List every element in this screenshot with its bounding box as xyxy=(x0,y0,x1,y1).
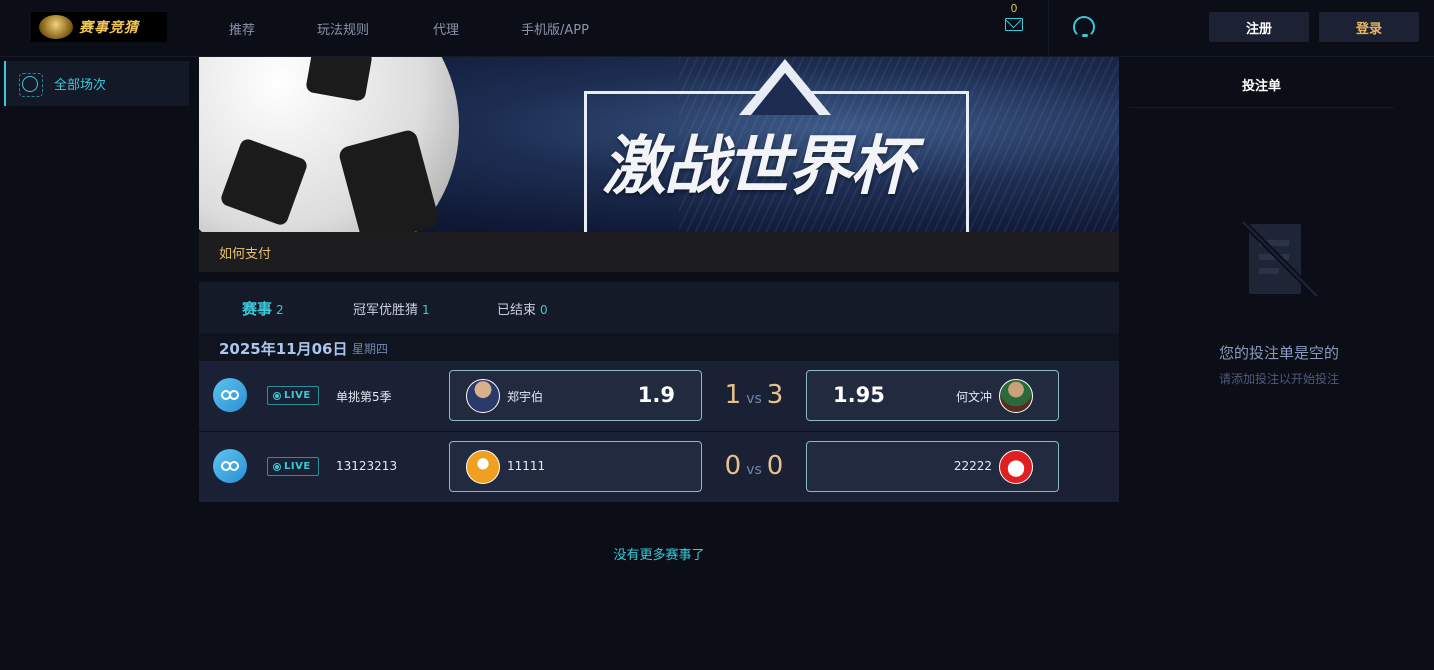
tab-matches[interactable]: 赛事 2 xyxy=(242,298,284,319)
tab-champion[interactable]: 冠军优胜猜 1 xyxy=(353,299,430,318)
match-score: 1 vs 3 xyxy=(702,380,806,410)
live-badge: LIVE xyxy=(267,457,319,476)
login-button[interactable]: 登录 xyxy=(1319,12,1419,42)
away-bet-button[interactable]: 22222 xyxy=(806,441,1059,492)
league-name: 单挑第5季 xyxy=(336,390,392,404)
avatar xyxy=(466,450,500,484)
tab-count: 2 xyxy=(276,303,284,317)
mail-icon xyxy=(1005,18,1023,31)
match-tabs: 赛事 2 冠军优胜猜 1 已结束 0 xyxy=(199,282,1119,333)
away-odds: 1.95 xyxy=(833,383,885,407)
promo-banner[interactable]: 激战世界杯 xyxy=(199,57,1119,232)
sport-logo-icon xyxy=(213,378,247,412)
no-more-matches-text: 没有更多赛事了 xyxy=(613,548,705,563)
match-score: 0 vs 0 xyxy=(702,451,806,481)
mail-button[interactable]: 0 xyxy=(1003,2,1025,31)
logo-text: 赛事竞猜 xyxy=(79,20,139,36)
nav-item-mobile-app[interactable]: 手机版/APP xyxy=(521,19,589,38)
live-dot-icon xyxy=(273,462,281,471)
target-icon xyxy=(19,72,43,97)
home-bet-button[interactable]: 11111 xyxy=(449,441,702,492)
away-team-name: 22222 xyxy=(953,459,992,473)
away-bet-button[interactable]: 1.95 何文冲 xyxy=(806,370,1059,421)
tab-count: 0 xyxy=(540,303,548,317)
home-score: 0 xyxy=(724,451,742,481)
away-score: 0 xyxy=(766,451,784,481)
logo-emblem-icon xyxy=(39,15,73,39)
customer-service-icon[interactable] xyxy=(1073,16,1095,38)
home-bet-button[interactable]: 郑宇伯 1.9 xyxy=(449,370,702,421)
date-label: 2025年11月06日 xyxy=(219,340,348,358)
how-to-pay-link[interactable]: 如何支付 xyxy=(219,243,271,262)
avatar xyxy=(999,450,1033,484)
nav-item-agent[interactable]: 代理 xyxy=(433,19,459,38)
home-team-name: 11111 xyxy=(507,459,546,473)
empty-betslip-subtitle: 请添加投注以开始投注 xyxy=(1218,372,1339,386)
league-name: 13123213 xyxy=(336,459,398,473)
sidebar-item-label: 全部场次 xyxy=(54,78,107,93)
away-team-name: 何文冲 xyxy=(955,390,992,404)
sport-logo-icon xyxy=(213,449,247,483)
site-logo[interactable]: 赛事竞猜 xyxy=(31,12,167,42)
avatar xyxy=(466,379,500,413)
weekday-label: 星期四 xyxy=(352,342,389,356)
how-to-pay-bar[interactable]: 如何支付 xyxy=(199,232,1119,272)
empty-betslip-icon xyxy=(1241,220,1319,298)
tab-count: 1 xyxy=(422,303,430,317)
sidebar-item-all-matches[interactable]: 全部场次 xyxy=(4,61,189,106)
away-score: 3 xyxy=(766,380,784,410)
live-label: LIVE xyxy=(284,390,311,401)
home-odds: 1.9 xyxy=(637,383,675,407)
tab-label: 冠军优胜猜 xyxy=(353,303,419,318)
home-score: 1 xyxy=(724,380,742,410)
live-label: LIVE xyxy=(284,461,311,472)
tab-label: 已结束 xyxy=(497,303,537,318)
banner-triangle-icon xyxy=(739,59,831,115)
avatar xyxy=(999,379,1033,413)
live-dot-icon xyxy=(273,391,281,400)
register-button[interactable]: 注册 xyxy=(1209,12,1309,42)
tab-label: 赛事 xyxy=(242,300,273,318)
tab-finished[interactable]: 已结束 0 xyxy=(497,299,548,318)
home-team-name: 郑宇伯 xyxy=(507,390,544,404)
betslip-title: 投注单 xyxy=(1129,58,1394,108)
empty-betslip-title: 您的投注单是空的 xyxy=(1218,344,1339,362)
vs-label: vs xyxy=(746,462,762,478)
vs-label: vs xyxy=(746,391,762,407)
soccer-ball-image xyxy=(199,57,459,232)
nav-item-recommend[interactable]: 推荐 xyxy=(229,19,255,38)
nav-item-rules[interactable]: 玩法规则 xyxy=(317,19,369,38)
date-group-header: 2025年11月06日 星期四 xyxy=(199,333,1119,361)
match-row: LIVE 13123213 11111 0 vs 0 22222 xyxy=(199,432,1119,502)
header-divider xyxy=(1048,0,1049,57)
match-row: LIVE 单挑第5季 郑宇伯 1.9 1 vs 3 1.95 何文冲 xyxy=(199,361,1119,431)
banner-headline: 激战世界杯 xyxy=(602,130,914,204)
live-badge: LIVE xyxy=(267,386,319,405)
top-bar: 赛事竞猜 推荐 玩法规则 代理 手机版/APP 0 注册 登录 xyxy=(0,0,1434,57)
